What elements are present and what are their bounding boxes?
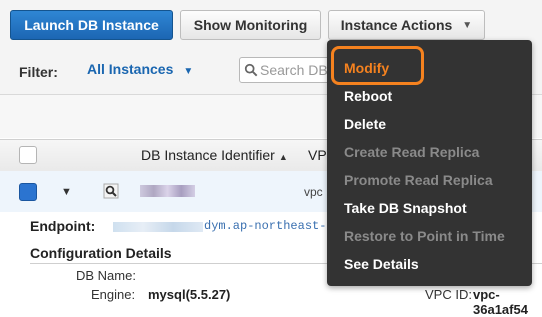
column-header-db-instance-identifier[interactable]: DB Instance Identifier ▲	[141, 147, 288, 163]
row-vpc-value: vpc	[304, 185, 323, 199]
menu-item-take-db-snapshot[interactable]: Take DB Snapshot	[344, 200, 467, 216]
db-name-label: DB Name:	[76, 268, 136, 283]
magnifier-icon[interactable]	[103, 183, 119, 199]
show-monitoring-button[interactable]: Show Monitoring	[180, 10, 321, 40]
column-header-label: DB Instance Identifier	[141, 147, 275, 163]
menu-item-restore-to-point-in-time[interactable]: Restore to Point in Time	[344, 228, 505, 244]
engine-value: mysql(5.5.27)	[148, 287, 231, 302]
launch-db-instance-button[interactable]: Launch DB Instance	[10, 10, 173, 40]
instance-actions-button[interactable]: Instance Actions ▼	[328, 10, 485, 40]
menu-item-see-details[interactable]: See Details	[344, 256, 419, 272]
filter-label: Filter:	[19, 64, 58, 80]
expand-row-icon[interactable]: ▼	[61, 186, 72, 198]
vpc-id-label: VPC ID:	[425, 287, 472, 302]
select-all-checkbox[interactable]	[19, 146, 37, 164]
endpoint-label: Endpoint:	[30, 218, 96, 234]
filter-selected-value: All Instances	[87, 61, 174, 77]
menu-item-delete[interactable]: Delete	[344, 116, 386, 132]
search-icon	[244, 63, 258, 77]
chevron-down-icon: ▼	[183, 66, 194, 77]
column-header-vpc[interactable]: VP	[308, 147, 327, 163]
sort-ascending-icon: ▲	[278, 152, 288, 162]
menu-item-promote-read-replica[interactable]: Promote Read Replica	[344, 172, 493, 188]
redacted-endpoint	[113, 222, 203, 232]
menu-item-create-read-replica[interactable]: Create Read Replica	[344, 144, 479, 160]
menu-item-modify[interactable]: Modify	[344, 60, 389, 76]
redacted-instance-identifier	[140, 185, 195, 197]
endpoint-value: dym.ap-northeast-1.	[204, 219, 341, 233]
instance-filter-dropdown[interactable]: All Instances ▼	[87, 61, 193, 77]
engine-label: Engine:	[91, 287, 136, 302]
menu-item-reboot[interactable]: Reboot	[344, 88, 392, 104]
vpc-id-value: vpc-36a1af54	[473, 287, 528, 317]
configuration-details-title: Configuration Details	[30, 245, 172, 261]
chevron-down-icon: ▼	[462, 19, 473, 31]
row-checkbox[interactable]	[19, 183, 37, 201]
instance-actions-label: Instance Actions	[340, 17, 453, 33]
